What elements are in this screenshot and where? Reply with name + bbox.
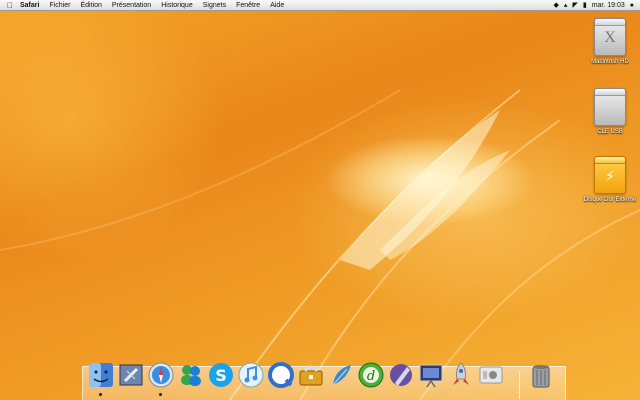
bluetooth-icon[interactable]: ◆ (554, 0, 559, 11)
desktop-icon-label: Disque Dur Externe (583, 197, 637, 203)
desktop-icon-label: Macintosh HD (591, 59, 629, 65)
presentation-icon (419, 364, 443, 388)
spotlight-icon[interactable]: ● (630, 0, 634, 11)
menu-signets[interactable]: Signets (198, 0, 231, 11)
volume-icon[interactable]: ▴ (564, 0, 568, 11)
hard-drive-icon: X (594, 18, 626, 56)
toolbox-icon (299, 365, 323, 386)
rocket-icon (453, 362, 469, 385)
finder-icon (89, 363, 113, 387)
desktop-icon-label: CLE USB (597, 129, 623, 135)
menu-fenetre[interactable]: Fenêtre (231, 0, 265, 11)
menu-fichier[interactable]: Fichier (44, 0, 75, 11)
svg-text:d: d (367, 369, 375, 384)
itunes-icon (238, 362, 264, 388)
dock-safari[interactable] (147, 361, 175, 396)
pen-icon (390, 364, 412, 386)
menu-historique[interactable]: Historique (156, 0, 198, 11)
dock-toolbox[interactable] (297, 361, 325, 389)
dock-separator (519, 371, 520, 399)
menu-aide[interactable]: Aide (265, 0, 289, 11)
dock-msn-messenger[interactable] (177, 361, 205, 389)
dock-skype[interactable]: S (207, 361, 235, 389)
wifi-icon[interactable]: ◤ (572, 0, 577, 11)
skype-icon: S (209, 363, 233, 387)
dock-itunes[interactable] (237, 361, 265, 389)
menu-extras: ◆ ▴ ◤ ▮ mar. 19:03 ● (554, 0, 640, 11)
menu-app-name[interactable]: Safari (15, 0, 44, 11)
menu-presentation[interactable]: Présentation (107, 0, 156, 11)
dreamweaver-icon: d (358, 362, 384, 388)
mail-icon (119, 364, 143, 386)
desktop-icon-disque-dur-externe[interactable]: ⚡ Disque Dur Externe (575, 156, 640, 203)
trash-icon (532, 365, 550, 388)
battery-icon[interactable]: ▮ (583, 0, 587, 11)
dock-dreamweaver[interactable]: d (357, 361, 385, 389)
svg-text:S: S (215, 366, 227, 385)
dock-feather[interactable] (327, 361, 355, 389)
usb-drive-icon (594, 88, 626, 126)
wallpaper-waves (0, 89, 640, 400)
dock-quicktime[interactable] (267, 361, 295, 389)
running-indicator (159, 393, 162, 396)
dock-presentation[interactable] (417, 361, 445, 389)
apple-app-icon (479, 366, 503, 384)
dock: S d (82, 362, 566, 400)
menu-edition[interactable]: Édition (75, 0, 106, 11)
menu-bar:  Safari Fichier Édition Présentation Hi… (0, 0, 640, 11)
desktop-icon-cle-usb[interactable]: CLE USB (575, 88, 640, 135)
dock-mail[interactable] (117, 361, 145, 389)
desktop:  Safari Fichier Édition Présentation Hi… (0, 0, 640, 400)
feather-icon (332, 365, 351, 386)
dock-apple-app[interactable] (477, 361, 505, 389)
clock[interactable]: mar. 19:03 (592, 0, 625, 11)
dock-trash[interactable] (527, 361, 555, 389)
dock-finder[interactable] (87, 361, 115, 396)
external-drive-icon: ⚡ (594, 156, 626, 194)
dock-pen-app[interactable] (387, 361, 415, 389)
quicktime-icon (268, 362, 294, 388)
running-indicator (99, 393, 102, 396)
desktop-icon-macintosh-hd[interactable]: X Macintosh HD (575, 18, 640, 65)
messenger-icon (181, 365, 201, 386)
safari-icon (148, 362, 174, 388)
apple-menu-icon[interactable]:  (5, 1, 15, 10)
dock-rocket[interactable] (447, 361, 475, 389)
